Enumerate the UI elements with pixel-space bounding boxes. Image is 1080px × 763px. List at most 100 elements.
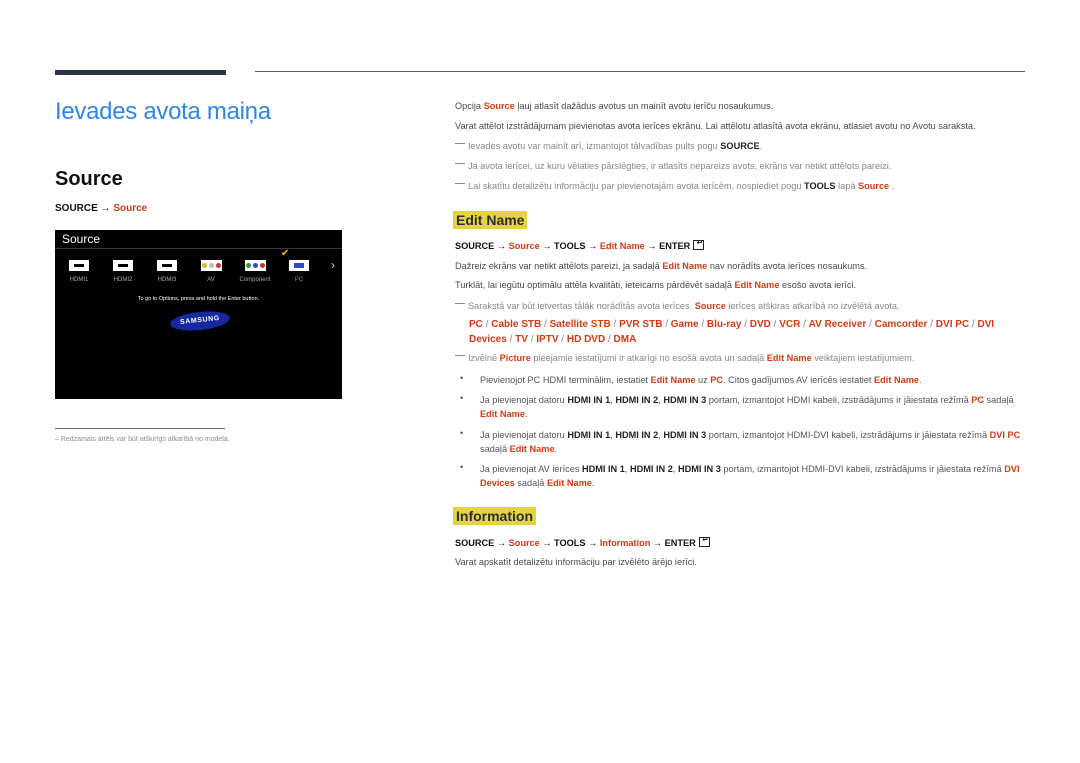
t: HDMI IN 3 [663,395,707,405]
t: SOURCE → [455,241,509,251]
t: Source [694,301,726,311]
device-name: Cable STB [491,319,542,330]
source-item-hdmi1[interactable]: HDMI1 [57,256,101,283]
header-rule-thin [255,71,1025,72]
note-dash [455,143,465,144]
t: Edit Name [874,375,919,385]
note-dash [455,163,465,164]
edit-name-heading: Edit Name [453,211,528,229]
source-list: HDMI1 HDMI2 HDMI3 AV Component PC ✔ › [55,248,342,296]
note-dash [455,355,465,356]
t: → ENTER [650,538,696,548]
information-path: SOURCE → Source → TOOLS → Information → … [455,535,1030,548]
t: uz [695,375,711,385]
t: Lai skatītu detalizētu informāciju par p… [468,181,805,191]
device-separator: / [866,319,875,330]
t: Edit Name [599,241,645,251]
t: portam, izmantojot HDMI-DVI kabeli, izst… [720,464,1005,474]
source-item-component[interactable]: Component [233,256,277,283]
t: nav norādīts avota ierīces nosaukums. [707,261,868,271]
device-name: Blu-ray [706,319,742,330]
bullet-item: • Ja pievienojat datoru HDMI IN 1, HDMI … [460,393,1028,421]
t: SOURCE → [455,538,509,548]
screen-title: Source [55,230,342,249]
bullet-dot: • [460,428,464,438]
samsung-logo: SAMSUNG [169,308,231,334]
source-item-hdmi3[interactable]: HDMI3 [145,256,189,283]
t: Picture [499,353,531,363]
source-label: HDMI2 [113,277,133,283]
t: Edit Name [546,478,592,488]
footnote-text: Redzamais attēls var būt atšķirīgs atkar… [60,436,230,443]
t: HDMI IN 3 [677,464,721,474]
device-separator: / [482,319,492,330]
bullet-item: • Ja pievienojat AV ierīces HDMI IN 1, H… [460,462,1028,490]
intro-line-1: Opcija Source ļauj atlasīt dažādus avotu… [455,101,1030,111]
edit-name-note-2: Izvēlnē Picture pieejamie iestatījumi ir… [455,353,1030,363]
t: → TOOLS → [539,538,600,548]
t: → ENTER [644,241,691,251]
intro-line-2: Varat attēlot izstrādājumam pievienotas … [455,121,976,131]
t: HDMI IN 2 [629,464,673,474]
t: Ja avota ierīcei, uz kuru vēlaties pārsl… [468,161,892,171]
page-title: Ievades avota maiņa [55,98,271,125]
av-port-icon [200,260,222,271]
source-label: HDMI1 [69,277,89,283]
edit-name-text-2: Turklāt, lai iegūtu optimālu attēla kval… [455,280,1030,290]
t: Source [483,101,515,111]
path-source: SOURCE → [55,203,111,214]
device-name: Game [670,319,699,330]
t: HDMI IN 2 [615,395,659,405]
path-source-menu: Source [113,203,148,214]
source-item-av[interactable]: AV [189,256,233,283]
hdmi-port-icon [157,260,177,271]
t: pieejamie iestatījumi ir atkarīgi no eso… [530,353,767,363]
edit-name-path: SOURCE → Source → TOOLS → Edit Name → EN… [455,238,1030,251]
t: HDMI IN 3 [663,430,707,440]
edit-name-note-1: Sarakstā var būt ietvertas tālāk norādīt… [455,301,1030,311]
t: portam, izmantojot HDMI-DVI kabeli, izst… [706,430,990,440]
device-name: DVI PC [935,319,970,330]
information-text: Varat apskatīt detalizētu informāciju pa… [455,557,697,567]
device-separator: / [800,319,809,330]
chevron-right-icon[interactable]: › [331,258,335,272]
t: Edit Name [766,353,812,363]
t: Opcija [455,101,484,111]
device-separator: / [927,319,936,330]
note-source-button: Ievades avotu var mainīt arī, izmantojot… [455,141,1030,151]
component-port-icon [244,260,266,271]
t: Dažreiz ekrāns var netikt attēlots parei… [455,261,663,271]
device-separator: / [610,319,620,330]
t: . [759,141,763,151]
t: Izvēlnē [468,353,500,363]
t: . [889,181,895,191]
t: . [554,444,558,454]
bullet-item: • Ja pievienojat datoru HDMI IN 1, HDMI … [460,428,1028,456]
hdmi-port-icon [69,260,89,271]
t: PC [710,375,724,385]
section-title: Source [55,168,123,190]
device-name: VCR [779,319,801,330]
source-item-pc[interactable]: PC [277,256,321,283]
t: HDMI IN 1 [581,464,625,474]
t: sadaļā [514,478,547,488]
t: Sarakstā var būt ietvertas tālāk norādīt… [468,301,695,311]
note-tools: Lai skatītu detalizētu informāciju par p… [455,181,1030,191]
device-separator: / [662,319,671,330]
source-item-hdmi2[interactable]: HDMI2 [101,256,145,283]
device-name: PVR STB [619,319,663,330]
t: Edit Name [650,375,696,385]
hdmi-port-icon [113,260,133,271]
device-name: AV Receiver [808,319,867,330]
t: Ja pievienojat AV ierīces [480,464,582,474]
t: Pievienojot PC HDMI terminālim, iestatie… [480,375,651,385]
footnote-divider [55,428,225,429]
device-name: DVD [749,319,771,330]
t: PC [971,395,984,405]
information-heading: Information [453,507,536,525]
device-separator: / [770,319,780,330]
device-name: HD DVD [566,334,606,345]
t: . Citos gadījumos AV ierīcēs iestatiet [723,375,875,385]
t: Source [508,538,540,548]
t: Ievades avotu var mainīt arī, izmantojot… [468,141,721,151]
